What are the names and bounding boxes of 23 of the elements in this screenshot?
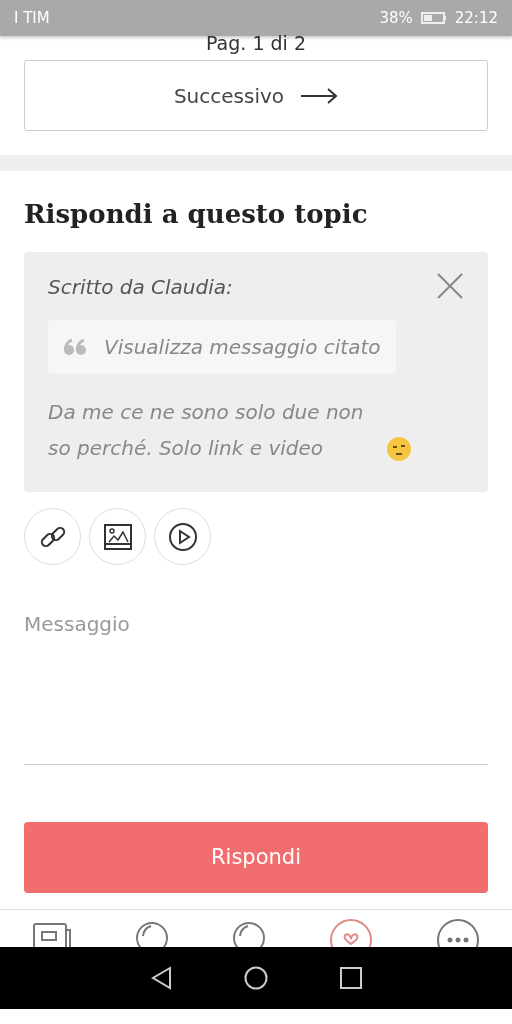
battery-percent: 38%: [379, 7, 413, 29]
quote-text: Da me ce ne sono solo due non so perché. Solo link e video: [48, 399, 365, 463]
video-button[interactable]: [154, 508, 211, 566]
battery-icon: [420, 12, 447, 24]
section-title: Rispondi a questo topic: [24, 199, 369, 231]
arrow-icon: [300, 87, 339, 104]
reply-button[interactable]: Rispondi: [24, 822, 488, 894]
clock-time: 22:12: [454, 7, 498, 29]
quote-icon: [64, 339, 88, 356]
image-button[interactable]: [89, 508, 146, 566]
close-icon[interactable]: [436, 272, 464, 301]
play-icon: [167, 521, 198, 552]
page-indicator: Pag. 1 di 2: [206, 32, 306, 54]
next-button[interactable]: Successivo: [24, 60, 488, 131]
recents-icon[interactable]: [340, 967, 362, 990]
quote-author: Scritto da Claudia:: [48, 274, 233, 302]
home-icon[interactable]: [244, 966, 268, 991]
thinking-emoji-icon: [386, 436, 412, 463]
show-quote-button[interactable]: Visualizza messaggio citato: [48, 320, 397, 375]
carrier-label: I TIM: [14, 7, 50, 29]
link-button[interactable]: [24, 508, 81, 566]
image-icon: [103, 523, 132, 550]
back-icon[interactable]: [150, 966, 172, 991]
